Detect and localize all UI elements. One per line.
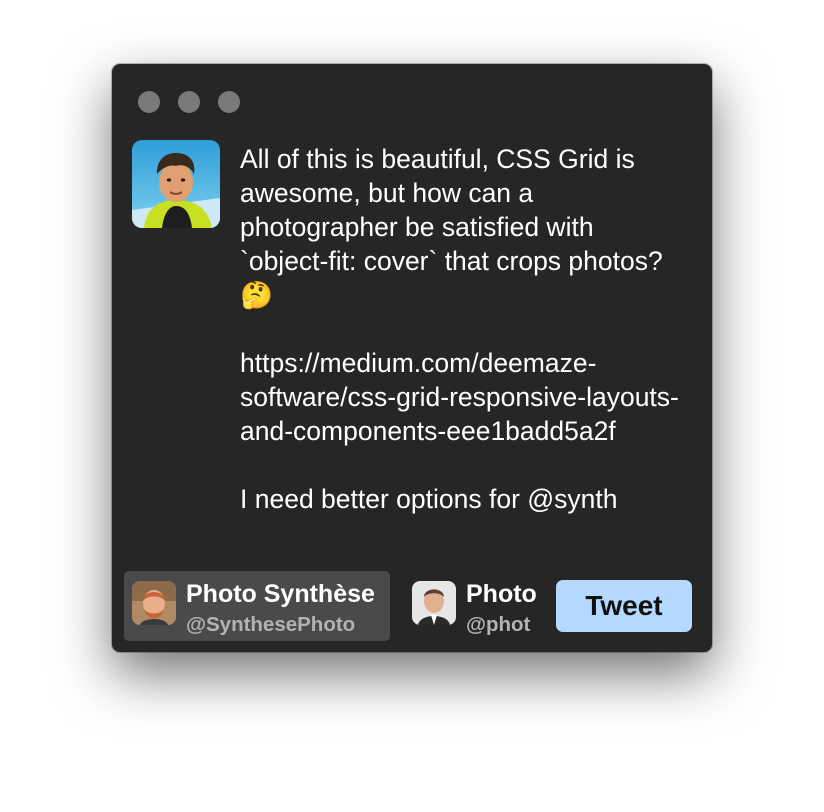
- account-avatar-photo-icon: [132, 581, 176, 625]
- window-controls: [138, 91, 240, 113]
- account-avatar: [412, 581, 456, 625]
- account-handle: @phot: [466, 613, 531, 636]
- account-name: Photo: [466, 580, 536, 608]
- author-avatar: [132, 140, 220, 228]
- account-photo-secondary[interactable]: Photo @phot: [404, 571, 540, 641]
- account-avatar: [132, 581, 176, 625]
- tweet-text[interactable]: All of this is beautiful, CSS Grid is aw…: [240, 142, 680, 562]
- tweet-button[interactable]: Tweet: [556, 580, 692, 632]
- compose-window: All of this is beautiful, CSS Grid is aw…: [112, 64, 712, 652]
- accounts-bar: Photo Synthèse @SynthesePhoto Photo @pho…: [112, 566, 712, 652]
- account-name: Photo Synthèse: [186, 580, 375, 608]
- minimize-window-button[interactable]: [178, 91, 200, 113]
- avatar-photo-icon: [132, 140, 220, 228]
- account-photo-synthese[interactable]: Photo Synthèse @SynthesePhoto: [124, 571, 390, 641]
- account-avatar-photo-icon: [412, 581, 456, 625]
- zoom-window-button[interactable]: [218, 91, 240, 113]
- close-window-button[interactable]: [138, 91, 160, 113]
- account-handle: @SynthesePhoto: [186, 613, 356, 636]
